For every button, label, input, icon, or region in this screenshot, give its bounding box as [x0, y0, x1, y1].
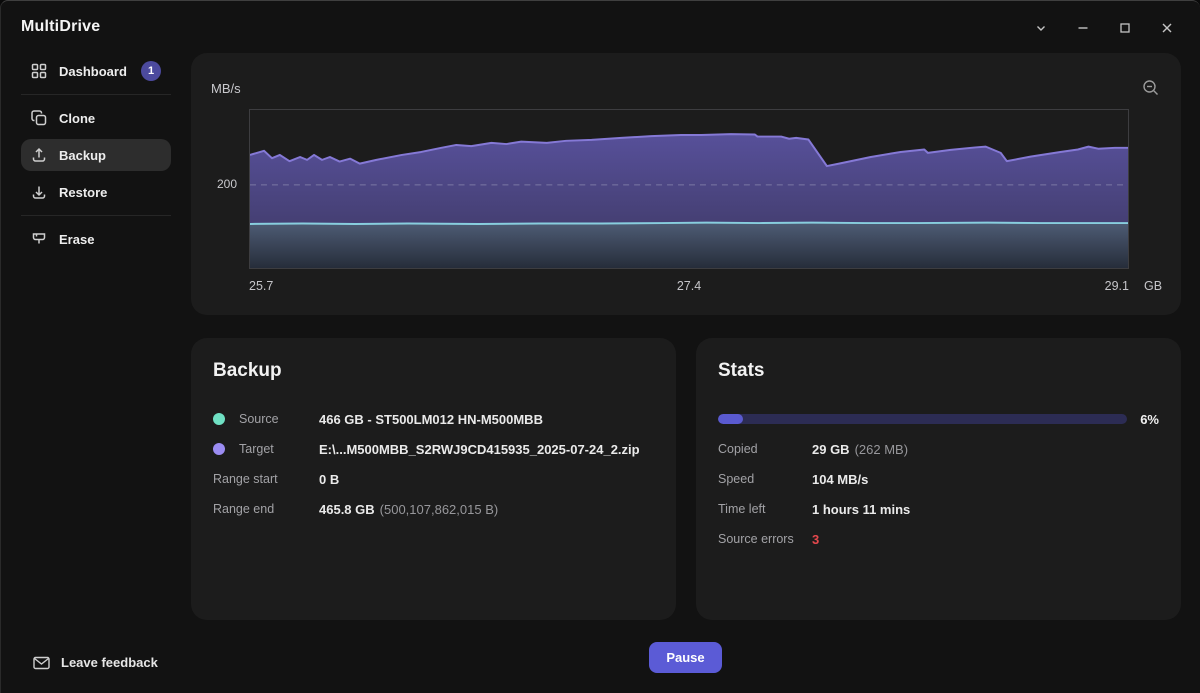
sidebar: Dashboard 1 Clone Backup Restore [1, 53, 191, 693]
sidebar-divider [21, 215, 171, 216]
close-button[interactable] [1146, 13, 1188, 43]
grid-icon [31, 63, 47, 79]
range-start-value: 0 B [319, 472, 654, 487]
progress-percent: 6% [1127, 412, 1159, 427]
y-axis-unit-label: MB/s [211, 81, 241, 96]
target-dot [213, 443, 225, 455]
title-bar: MultiDrive [1, 1, 1200, 53]
upload-icon [31, 147, 47, 163]
download-icon [31, 184, 47, 200]
x-tick-mid: 27.4 [677, 279, 701, 293]
range-end-value: 465.8 GB [319, 502, 375, 517]
x-tick-end: 29.1 [1105, 279, 1129, 293]
sidebar-item-label: Restore [59, 185, 107, 200]
range-end-label: Range end [213, 502, 319, 516]
sidebar-item-label: Erase [59, 232, 94, 247]
sidebar-item-backup[interactable]: Backup [21, 139, 171, 171]
time-left-row: Time left 1 hours 11 mins [718, 494, 1159, 524]
sidebar-item-clone[interactable]: Clone [21, 102, 171, 134]
stats-card-title: Stats [718, 360, 1159, 382]
target-label: Target [239, 442, 274, 456]
progress-bar [718, 414, 1127, 424]
sidebar-item-label: Dashboard [59, 64, 127, 79]
target-row: Target E:\...M500MBB_S2RWJ9CD415935_2025… [213, 434, 654, 464]
copied-row: Copied 29 GB (262 MB) [718, 434, 1159, 464]
copied-mb: (262 MB) [855, 442, 908, 457]
source-dot [213, 413, 225, 425]
x-axis-ticks: 25.7 27.4 29.1 [249, 279, 1129, 293]
target-value: E:\...M500MBB_S2RWJ9CD415935_2025-07-24_… [319, 442, 654, 457]
speed-chart-svg [250, 110, 1128, 268]
window-controls [1020, 13, 1188, 43]
pause-button[interactable]: Pause [649, 642, 722, 673]
copied-value: 29 GB [812, 442, 850, 457]
sidebar-item-label: Clone [59, 111, 95, 126]
range-end-bytes: (500,107,862,015 B) [380, 502, 499, 517]
source-errors-label: Source errors [718, 532, 812, 546]
source-value: 466 GB - ST500LM012 HN-M500MBB [319, 412, 654, 427]
copied-label: Copied [718, 442, 812, 456]
range-start-row: Range start 0 B [213, 464, 654, 494]
app-title: MultiDrive [21, 18, 100, 36]
zoom-out-icon[interactable] [1137, 75, 1165, 103]
leave-feedback-label: Leave feedback [61, 655, 158, 670]
progress-fill [718, 414, 743, 424]
sidebar-item-label: Backup [59, 148, 106, 163]
source-label: Source [239, 412, 279, 426]
time-left-value: 1 hours 11 mins [812, 502, 1159, 517]
time-left-label: Time left [718, 502, 812, 516]
maximize-button[interactable] [1104, 13, 1146, 43]
main-content: MB/s 200 25.7 27.4 29.1 GB Backup Source [191, 53, 1181, 315]
envelope-icon [33, 656, 50, 670]
speed-row: Speed 104 MB/s [718, 464, 1159, 494]
app-window: MultiDrive Dashboard 1 [0, 0, 1200, 693]
y-axis-tick-200: 200 [191, 177, 237, 191]
backup-card: Backup Source 466 GB - ST500LM012 HN-M50… [191, 338, 676, 620]
speed-chart-panel: MB/s 200 25.7 27.4 29.1 GB [191, 53, 1181, 315]
backup-card-title: Backup [213, 360, 654, 382]
x-axis-unit-label: GB [1144, 279, 1162, 293]
stats-card: Stats 6% Copied 29 GB (262 MB) Speed 104 … [696, 338, 1181, 620]
eraser-icon [31, 231, 47, 247]
sidebar-divider [21, 94, 171, 95]
minimize-button[interactable] [1062, 13, 1104, 43]
chevron-down-icon[interactable] [1020, 13, 1062, 43]
leave-feedback-link[interactable]: Leave feedback [33, 655, 158, 670]
range-start-label: Range start [213, 472, 319, 486]
range-end-row: Range end 465.8 GB (500,107,862,015 B) [213, 494, 654, 524]
cards-row: Backup Source 466 GB - ST500LM012 HN-M50… [191, 338, 1181, 620]
source-errors-value: 3 [812, 532, 1159, 547]
dashboard-badge: 1 [141, 61, 161, 81]
sidebar-item-dashboard[interactable]: Dashboard 1 [21, 55, 171, 87]
speed-label: Speed [718, 472, 812, 486]
copy-icon [31, 110, 47, 126]
source-errors-row: Source errors 3 [718, 524, 1159, 554]
sidebar-item-restore[interactable]: Restore [21, 176, 171, 208]
chart-plot-area [249, 109, 1129, 269]
speed-value: 104 MB/s [812, 472, 1159, 487]
progress-row: 6% [718, 404, 1159, 434]
source-row: Source 466 GB - ST500LM012 HN-M500MBB [213, 404, 654, 434]
sidebar-item-erase[interactable]: Erase [21, 223, 171, 255]
x-tick-start: 25.7 [249, 279, 273, 293]
